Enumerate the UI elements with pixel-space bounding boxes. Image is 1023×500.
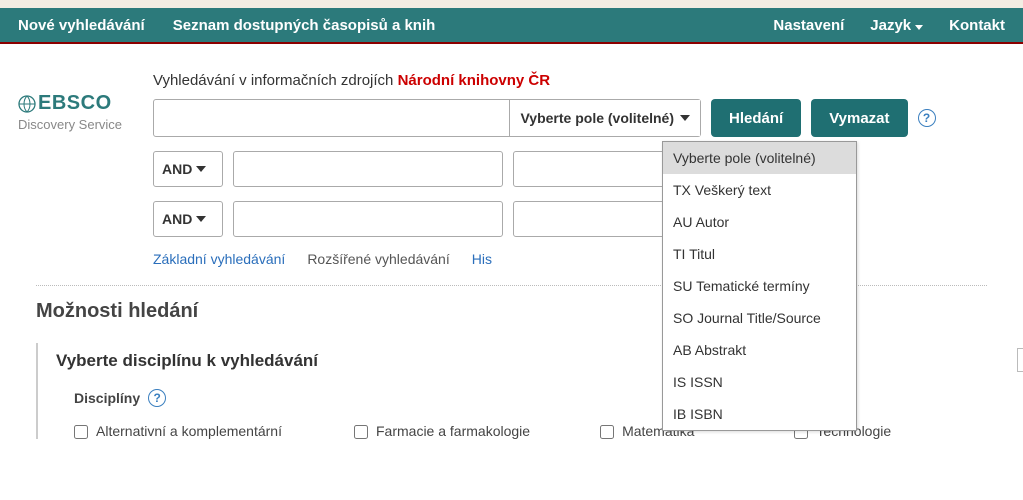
- checkbox-input[interactable]: [600, 425, 614, 439]
- globe-icon: [18, 95, 36, 113]
- dropdown-option[interactable]: Vyberte pole (volitelné): [663, 142, 856, 174]
- dropdown-option[interactable]: AU Autor: [663, 206, 856, 238]
- dropdown-option[interactable]: TI Titul: [663, 238, 856, 270]
- nav-language[interactable]: Jazyk: [870, 17, 923, 34]
- checkbox-input[interactable]: [354, 425, 368, 439]
- nav-settings[interactable]: Nastavení: [773, 17, 844, 34]
- history-link[interactable]: His: [472, 251, 492, 267]
- chevron-down-icon: [196, 216, 206, 222]
- chevron-down-icon: [196, 166, 206, 172]
- search-description: Vyhledávání v informačních zdrojích Náro…: [153, 72, 1005, 89]
- clear-button[interactable]: Vymazat: [811, 99, 907, 137]
- search-box: Vyberte pole (volitelné): [153, 99, 701, 137]
- brand-subtitle: Discovery Service: [18, 117, 153, 132]
- search-input[interactable]: [154, 100, 509, 136]
- dropdown-option[interactable]: TX Veškerý text: [663, 174, 856, 206]
- institution-link[interactable]: Národní knihovny ČR: [398, 72, 551, 89]
- topbar: Nové vyhledávání Seznam dostupných časop…: [0, 8, 1023, 44]
- search-input-2[interactable]: [233, 151, 503, 187]
- advanced-search-link[interactable]: Rozšířené vyhledávání: [307, 251, 449, 267]
- discipline-label: Farmacie a farmakologie: [376, 423, 530, 439]
- chevron-down-icon: [680, 115, 690, 121]
- boolean-select-2[interactable]: AND: [153, 201, 223, 237]
- boolean-select-1[interactable]: AND: [153, 151, 223, 187]
- search-input-3[interactable]: [233, 201, 503, 237]
- field-dropdown: Vyberte pole (volitelné) TX Veškerý text…: [662, 141, 857, 431]
- dropdown-option[interactable]: IB ISBN: [663, 398, 856, 430]
- dropdown-option[interactable]: IS ISSN: [663, 366, 856, 398]
- help-icon[interactable]: ?: [918, 109, 936, 127]
- dropdown-option[interactable]: AB Abstrakt: [663, 334, 856, 366]
- dropdown-option[interactable]: SU Tematické termíny: [663, 270, 856, 302]
- brand-name: EBSCO: [38, 92, 112, 115]
- checkbox-input[interactable]: [74, 425, 88, 439]
- chevron-down-icon: [915, 25, 923, 30]
- dropdown-option[interactable]: SO Journal Title/Source: [663, 302, 856, 334]
- brand-logo: EBSCO Discovery Service: [18, 72, 153, 267]
- nav-new-search[interactable]: Nové vyhledávání: [18, 17, 145, 34]
- search-button[interactable]: Hledání: [711, 99, 801, 137]
- discipline-label: Alternativní a komplementární: [96, 423, 282, 439]
- search-mode-links: Základní vyhledávání Rozšířené vyhledává…: [153, 251, 1005, 267]
- discipline-checkbox[interactable]: Alternativní a komplementární: [74, 423, 314, 439]
- help-icon[interactable]: ?: [148, 389, 166, 407]
- nav-contact[interactable]: Kontakt: [949, 17, 1005, 34]
- basic-search-link[interactable]: Základní vyhledávání: [153, 251, 285, 267]
- discipline-checkbox[interactable]: Farmacie a farmakologie: [354, 423, 530, 439]
- scroll-indicator: [1017, 348, 1023, 372]
- nav-journals[interactable]: Seznam dostupných časopisů a knih: [173, 17, 436, 34]
- field-select-button[interactable]: Vyberte pole (volitelné): [509, 100, 700, 136]
